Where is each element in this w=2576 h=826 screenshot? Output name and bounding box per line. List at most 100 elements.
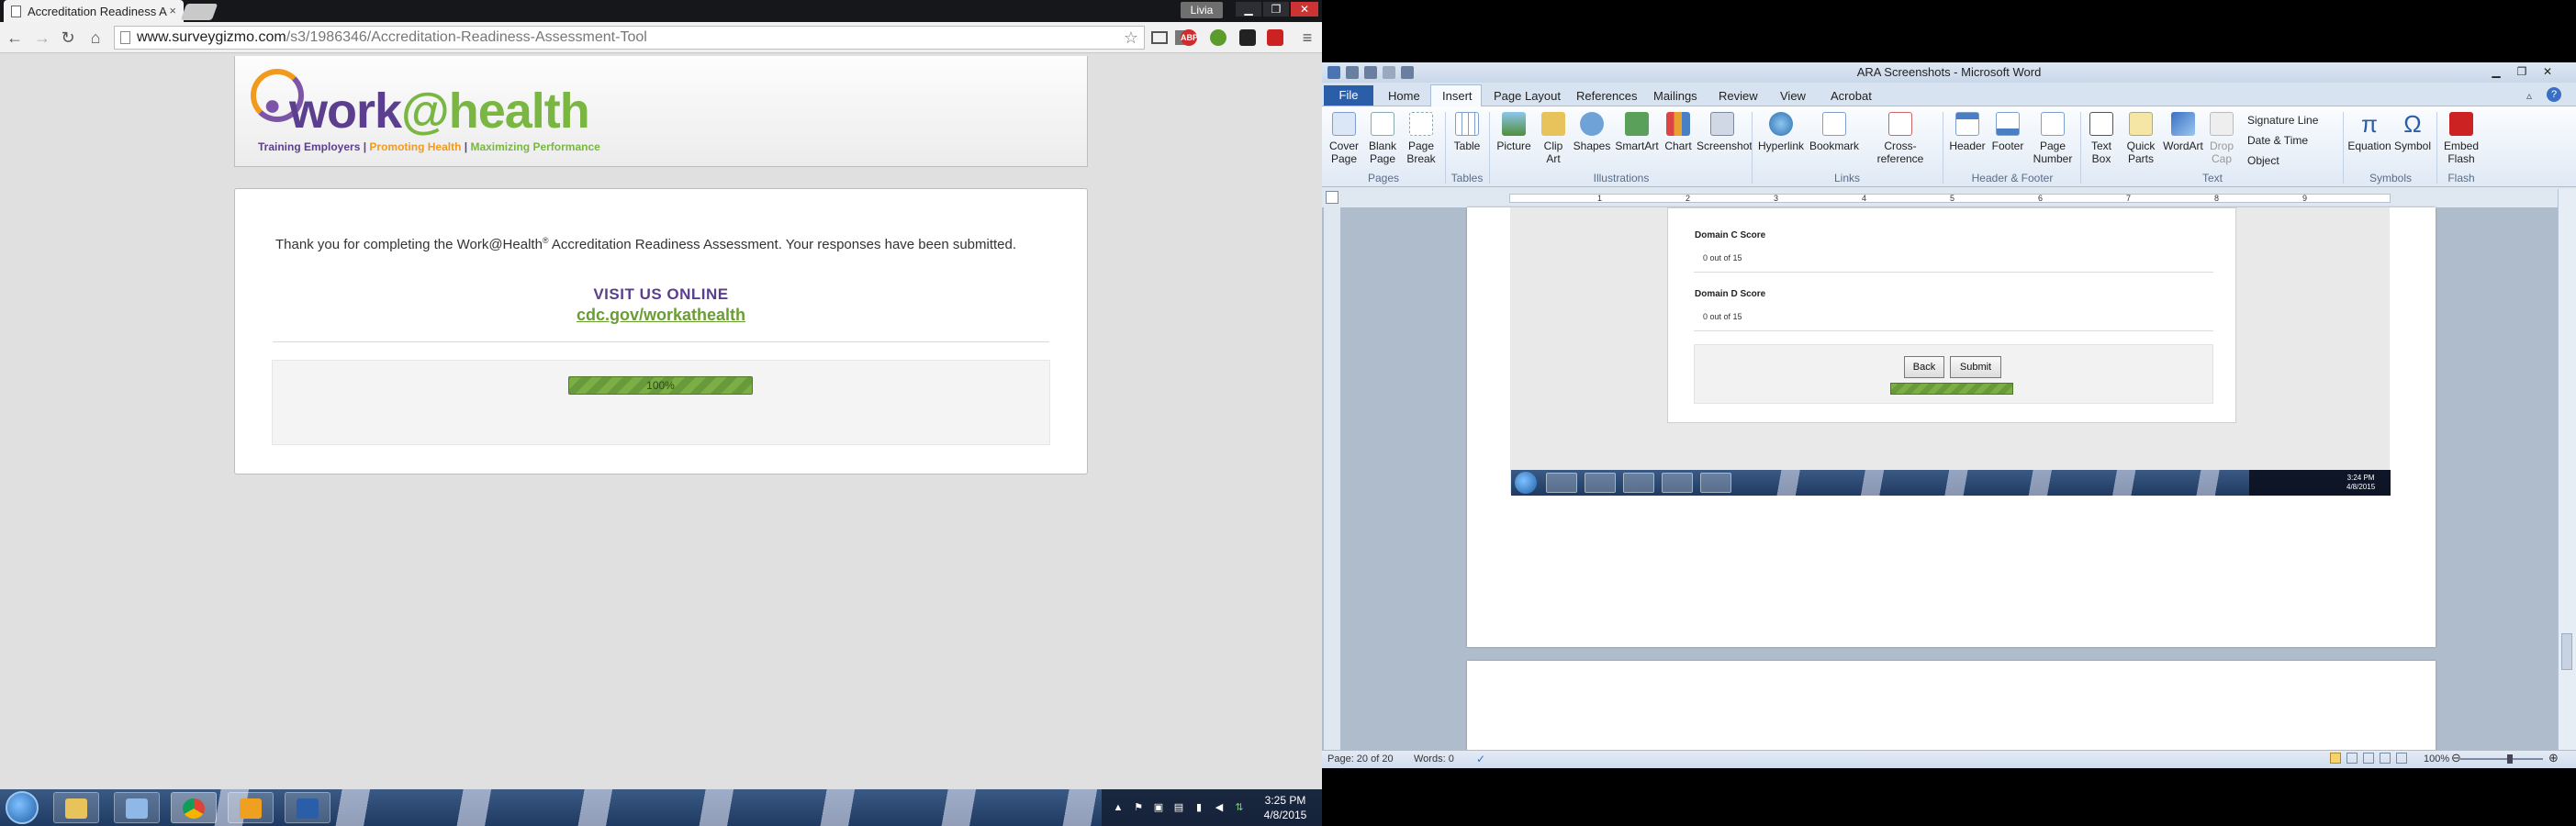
adblock-icon[interactable]: ABP: [1181, 29, 1198, 46]
extension-icon[interactable]: [1267, 29, 1283, 46]
group-header-footer: Header & Footer: [1971, 172, 2054, 184]
draft-view-icon[interactable]: [2396, 753, 2407, 764]
forward-arrow-icon[interactable]: →: [31, 27, 53, 49]
table-button[interactable]: Table: [1449, 112, 1485, 152]
tab-acrobat[interactable]: Acrobat: [1831, 89, 1872, 103]
start-button[interactable]: [6, 791, 39, 824]
page-number-button[interactable]: Page Number: [2029, 112, 2077, 165]
cross-reference-button[interactable]: Cross-reference: [1862, 112, 1939, 165]
wordart-button[interactable]: WordArt: [2163, 112, 2203, 152]
document-page[interactable]: [1467, 661, 2436, 753]
text-box-button[interactable]: Text Box: [2084, 112, 2119, 165]
tray-app-icon[interactable]: ▤: [1173, 802, 1184, 813]
tab-selector-icon[interactable]: [1326, 191, 1338, 204]
chart-button[interactable]: Chart: [1662, 112, 1695, 152]
extension-icon[interactable]: [1239, 29, 1256, 46]
web-layout-view-icon[interactable]: [2363, 753, 2374, 764]
word-count[interactable]: Words: 0: [1414, 753, 1454, 765]
flag-icon[interactable]: ⚑: [1133, 802, 1144, 813]
footer-button[interactable]: Footer: [1988, 112, 2027, 152]
date-time-button[interactable]: Date & Time: [2247, 134, 2308, 147]
reload-icon[interactable]: ↻: [57, 27, 79, 49]
symbol-button[interactable]: Ω Symbol: [2392, 112, 2433, 152]
quick-parts-button[interactable]: Quick Parts: [2121, 112, 2161, 165]
cast-icon[interactable]: [1151, 31, 1168, 44]
zoom-level[interactable]: 100%: [2424, 753, 2449, 765]
file-explorer-icon[interactable]: [53, 792, 99, 823]
outlook-icon[interactable]: [228, 792, 274, 823]
full-screen-view-icon[interactable]: [2346, 753, 2358, 764]
tab-mailings[interactable]: Mailings: [1653, 89, 1697, 103]
menu-icon[interactable]: ≡: [1296, 27, 1318, 49]
home-icon[interactable]: ⌂: [84, 27, 106, 49]
restore-icon[interactable]: ❐: [2514, 65, 2530, 78]
blank-page-button[interactable]: Blank Page: [1364, 112, 1401, 165]
thank-you-message: Thank you for completing the Work@Health…: [275, 236, 1017, 252]
object-button[interactable]: Object: [2247, 154, 2279, 167]
drop-cap-button[interactable]: Drop Cap: [2205, 112, 2238, 165]
minimize-icon[interactable]: ▁: [1236, 2, 1261, 17]
extension-icon[interactable]: [1210, 29, 1226, 46]
profile-button[interactable]: Livia: [1181, 2, 1223, 18]
volume-icon[interactable]: ◀: [1214, 802, 1225, 813]
page-count[interactable]: Page: 20 of 20: [1327, 753, 1394, 765]
separator: [1445, 112, 1446, 184]
picture-button[interactable]: Picture: [1493, 112, 1535, 152]
close-icon[interactable]: ✕: [1291, 2, 1318, 17]
address-bar[interactable]: www.surveygizmo.com/s3/1986346/Accredita…: [114, 26, 1145, 50]
bookmark-star-icon[interactable]: ☆: [1120, 27, 1142, 49]
minimize-icon[interactable]: ▁: [2488, 65, 2504, 78]
tab-home[interactable]: Home: [1388, 89, 1420, 103]
bookmark-button[interactable]: Bookmark: [1809, 112, 1860, 152]
word-icon[interactable]: [285, 792, 330, 823]
tab-insert[interactable]: Insert: [1442, 89, 1473, 103]
zoom-in-icon[interactable]: ⊕: [2548, 751, 2559, 765]
equation-button[interactable]: π Equation: [2346, 112, 2392, 152]
zoom-slider-thumb[interactable]: [2507, 754, 2513, 764]
screenshot-button[interactable]: Screenshot: [1697, 112, 1753, 152]
browser-tab[interactable]: Accreditation Readiness A ×: [4, 0, 184, 22]
signature-line-button[interactable]: Signature Line: [2247, 114, 2318, 127]
embedded-outlook-icon: [1662, 473, 1693, 493]
embed-flash-button[interactable]: Embed Flash: [2440, 112, 2482, 165]
help-icon[interactable]: ?: [2547, 87, 2561, 102]
tab-references[interactable]: References: [1576, 89, 1637, 103]
proofing-icon[interactable]: ✓: [1476, 753, 1485, 765]
drop-cap-icon: [2210, 112, 2234, 136]
ruler-number: 9: [2302, 194, 2308, 203]
outline-view-icon[interactable]: [2380, 753, 2391, 764]
header-button[interactable]: Header: [1946, 112, 1988, 152]
ruler-number: 3: [1774, 194, 1779, 203]
shapes-button[interactable]: Shapes: [1572, 112, 1612, 152]
minimize-ribbon-icon[interactable]: ▵: [2526, 89, 2532, 102]
back-arrow-icon[interactable]: ←: [4, 27, 26, 49]
close-icon[interactable]: ✕: [2539, 65, 2556, 78]
domain-c-label: Domain C Score: [1695, 230, 1766, 240]
hyperlink-button[interactable]: Hyperlink: [1755, 112, 1807, 152]
chrome-icon[interactable]: [171, 792, 217, 823]
tray-chevron-icon[interactable]: ▲: [1113, 802, 1124, 813]
tab-close-icon[interactable]: ×: [169, 4, 176, 17]
tab-review[interactable]: Review: [1719, 89, 1758, 103]
network-icon[interactable]: ▮: [1193, 802, 1204, 813]
clock[interactable]: 3:25 PM 4/8/2015: [1258, 793, 1313, 822]
smartart-button[interactable]: SmartArt: [1614, 112, 1660, 152]
page-info-icon[interactable]: [120, 31, 130, 44]
tab-view[interactable]: View: [1780, 89, 1806, 103]
file-tab[interactable]: File: [1324, 85, 1373, 106]
clip-art-button[interactable]: Clip Art: [1537, 112, 1570, 165]
tray-app-icon[interactable]: ▣: [1153, 802, 1164, 813]
sync-icon[interactable]: ⇅: [1234, 802, 1245, 813]
zoom-slider[interactable]: [2460, 758, 2543, 760]
cover-page-button[interactable]: Cover Page: [1324, 112, 1364, 165]
cdc-link[interactable]: cdc.gov/workathealth: [0, 306, 1322, 325]
scroll-thumb[interactable]: [2561, 633, 2572, 670]
maximize-icon[interactable]: ❐: [1263, 2, 1289, 17]
page-break-button[interactable]: Page Break: [1401, 112, 1441, 165]
tab-page-layout[interactable]: Page Layout: [1494, 89, 1561, 103]
ruler-number: 8: [2214, 194, 2220, 203]
notepad-icon[interactable]: [114, 792, 160, 823]
logo-figure-icon: ●: [263, 88, 282, 121]
new-tab-button[interactable]: [180, 4, 218, 20]
print-layout-view-icon[interactable]: [2330, 753, 2341, 764]
